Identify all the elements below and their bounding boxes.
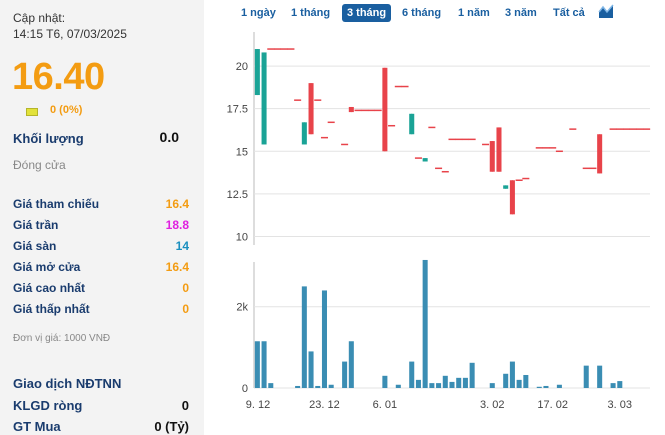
volume-bar: [261, 341, 267, 388]
price-volume-chart: 20 17.5 15 12.5 10 2k 0 9. 12 23. 12 6. 01 3. 02 17…: [227, 32, 651, 411]
volume-bar: [583, 365, 589, 388]
volume-bar: [348, 341, 354, 388]
candle-down: [496, 127, 502, 172]
volume-bar: [449, 381, 455, 388]
x-tick-label: 3. 03: [608, 399, 632, 411]
volume-bar: [321, 290, 327, 388]
volume-bar: [422, 259, 428, 388]
volume-bar: [342, 361, 348, 388]
price-tick-label: 10: [236, 231, 248, 243]
volume-bar: [415, 379, 421, 388]
candle-up: [301, 122, 307, 145]
volume-bar: [489, 383, 495, 388]
volume-bar: [382, 375, 388, 388]
volume-bar: [442, 375, 448, 388]
volume-tick-label: 0: [242, 383, 248, 395]
volume-bar: [308, 351, 314, 388]
candle-up: [422, 158, 428, 162]
volume-bar: [328, 384, 334, 388]
volume-bar: [409, 361, 415, 388]
volume-bar: [429, 383, 435, 388]
candle-down: [509, 180, 515, 215]
candle-up: [261, 52, 267, 145]
volume-bar: [295, 385, 301, 388]
volume-bar: [456, 377, 462, 388]
volume-bar: [523, 374, 529, 388]
candle-down: [348, 106, 354, 113]
x-tick-label: 23. 12: [309, 399, 340, 411]
volume-bar: [254, 341, 260, 388]
volume-bar: [503, 373, 509, 388]
volume-bar: [597, 365, 603, 388]
candle-down: [597, 134, 603, 174]
volume-bar: [462, 377, 468, 388]
price-tick-label: 20: [236, 61, 248, 73]
volume-bar: [543, 385, 549, 388]
volume-bar: [509, 361, 515, 388]
x-tick-label: 9. 12: [246, 399, 270, 411]
x-tick-label: 3. 02: [480, 399, 504, 411]
volume-bar: [617, 381, 623, 388]
volume-bar: [301, 286, 307, 388]
volume-bar: [436, 383, 442, 388]
volume-bar: [516, 379, 522, 388]
volume-bar: [268, 383, 274, 388]
candle-up: [254, 49, 260, 96]
volume-bar: [469, 362, 475, 388]
volume-bar: [610, 383, 616, 388]
candle-down: [308, 83, 314, 135]
candle-up: [409, 113, 415, 135]
volume-bar: [556, 384, 562, 388]
price-tick-label: 15: [236, 146, 248, 158]
price-tick-label: 12.5: [227, 189, 248, 201]
volume-bar: [536, 386, 542, 388]
x-tick-label: 6. 01: [373, 399, 397, 411]
x-tick-label: 17. 02: [537, 399, 568, 411]
candle-down: [382, 67, 388, 152]
stock-widget: Cập nhật: 14:15 T6, 07/03/2025 16.40 0 (…: [0, 0, 665, 435]
volume-bar: [315, 385, 321, 388]
candle-up: [503, 185, 509, 189]
volume-tick-label: 2k: [236, 302, 248, 314]
price-tick-label: 17.5: [227, 104, 248, 116]
volume-bar: [395, 384, 401, 388]
candle-down: [489, 141, 495, 172]
